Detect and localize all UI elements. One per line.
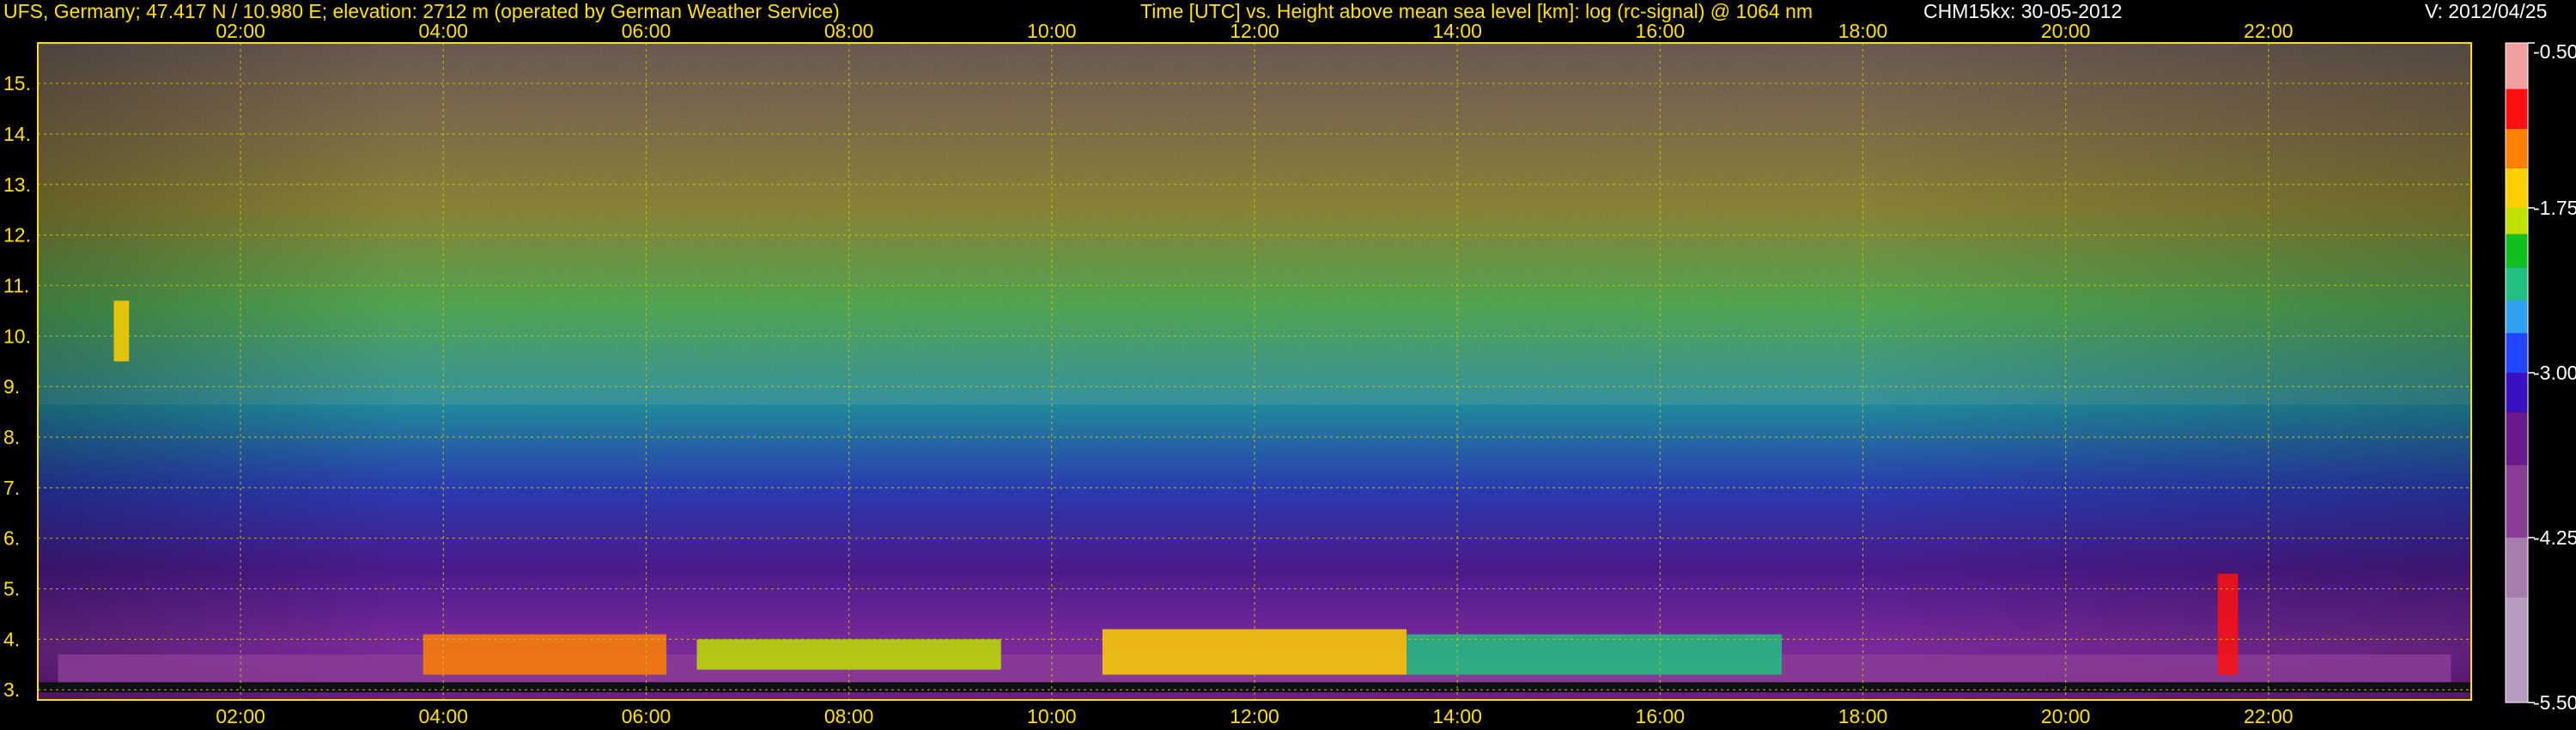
y-tick-label: 14. [3,123,31,145]
x-tick-label-bottom: 10:00 [1027,705,1077,727]
signal-features [38,301,2471,693]
y-tick-label: 6. [3,527,20,550]
y-tick-label: 10. [3,325,31,347]
x-tick-label-top: 16:00 [1636,20,1686,42]
y-tick-label: 12. [3,224,31,246]
x-tick-label-top: 14:00 [1432,20,1482,42]
colorbar-tick-label: -5.50 [2533,691,2576,714]
version-label: V: 2012/04/25 [2425,0,2548,22]
site-info: UFS, Germany; 47.417 N / 10.980 E; eleva… [3,0,840,22]
colorbar-segment [2506,88,2528,129]
colorbar-segment [2506,412,2528,465]
x-tick-label-top: 18:00 [1838,20,1888,42]
x-tick-label-bottom: 04:00 [419,705,469,727]
y-tick-label: 11. [3,274,29,296]
x-tick-label-top: 10:00 [1027,20,1077,42]
y-tick-label: 4. [3,628,20,650]
colorbar-segment [2506,43,2528,89]
feature-convective-aerosol-layer [696,639,1001,670]
y-tick-label: 15. [3,72,31,94]
colorbar-segment [2506,267,2528,301]
x-tick-label-bottom: 12:00 [1230,705,1279,727]
y-tick-label: 7. [3,477,20,499]
colorbar-segment [2506,373,2528,413]
x-tick-label-bottom: 06:00 [622,705,671,727]
grid-lines [38,43,2471,700]
quicklook-figure: UFS, Germany; 47.417 N / 10.980 E; eleva… [0,0,2576,730]
instrument-date: CHM15kx: 30-05-2012 [1923,0,2123,22]
noise-texture [38,43,2471,405]
feature-convective-aerosol-layer [1102,629,1407,675]
x-tick-label-top: 08:00 [824,20,874,42]
feature-boundary-layer-aerosol [58,654,2451,688]
ground-layer [38,682,2471,693]
feature-cloud-patch [2217,573,2239,675]
colorbar-segment [2506,597,2528,703]
feature-cloud-patch [113,301,130,362]
y-tick-label: 13. [3,173,31,196]
colorbar-tick-label: -0.50 [2533,40,2576,63]
colorbar-segment [2506,208,2528,234]
night-shading [38,43,2471,700]
colorbar-segment [2506,234,2528,268]
backscatter-heatmap-chart: -0.50 -1.75 -3.00 -4.25 -5.50 3. 4. 5. 6. 7. 8. 9.… [3,20,2576,727]
x-tick-label-bottom: 14:00 [1432,705,1482,727]
y-tick-label: 8. [3,426,20,448]
colorbar-tick-label: -4.25 [2533,526,2576,549]
x-tick-label-bottom: 20:00 [2041,705,2091,727]
plot-frame [37,42,2472,701]
feature-convective-aerosol-layer [422,634,667,675]
x-tick-label-top: 12:00 [1230,20,1279,42]
plot-background [38,43,2471,700]
x-tick-label-top: 02:00 [216,20,265,42]
colorbar-segment [2506,332,2528,373]
colorbar: -0.50 -1.75 -3.00 -4.25 -5.50 [2505,40,2576,714]
feature-convective-aerosol-layer [1406,634,1783,675]
colorbar-tick-label: -3.00 [2533,362,2576,384]
axes: 3. 4. 5. 6. 7. 8. 9. 10. 11. 12. 13. 14. 15. 02:00 02:… [3,20,2472,727]
x-tick-label-bottom: 22:00 [2244,705,2293,727]
colorbar-frame [2505,42,2529,703]
y-tick-label: 5. [3,578,20,600]
x-tick-label-top: 22:00 [2244,20,2293,42]
chart-title: Time [UTC] vs. Height above mean sea lev… [1140,0,1814,22]
colorbar-segment [2506,465,2528,538]
x-tick-label-bottom: 08:00 [824,705,874,727]
y-tick-label: 9. [3,375,20,398]
colorbar-segment [2506,167,2528,208]
colorbar-segment [2506,128,2528,168]
x-tick-label-bottom: 18:00 [1838,705,1888,727]
y-tick-label: 3. [3,678,20,701]
x-tick-label-top: 20:00 [2041,20,2091,42]
colorbar-segment [2506,300,2528,333]
x-tick-label-bottom: 02:00 [216,705,265,727]
colorbar-tick-label: -1.75 [2533,197,2576,219]
x-tick-label-top: 06:00 [622,20,671,42]
x-tick-label-bottom: 16:00 [1636,705,1686,727]
x-tick-label-top: 04:00 [419,20,469,42]
colorbar-segment [2506,538,2528,598]
